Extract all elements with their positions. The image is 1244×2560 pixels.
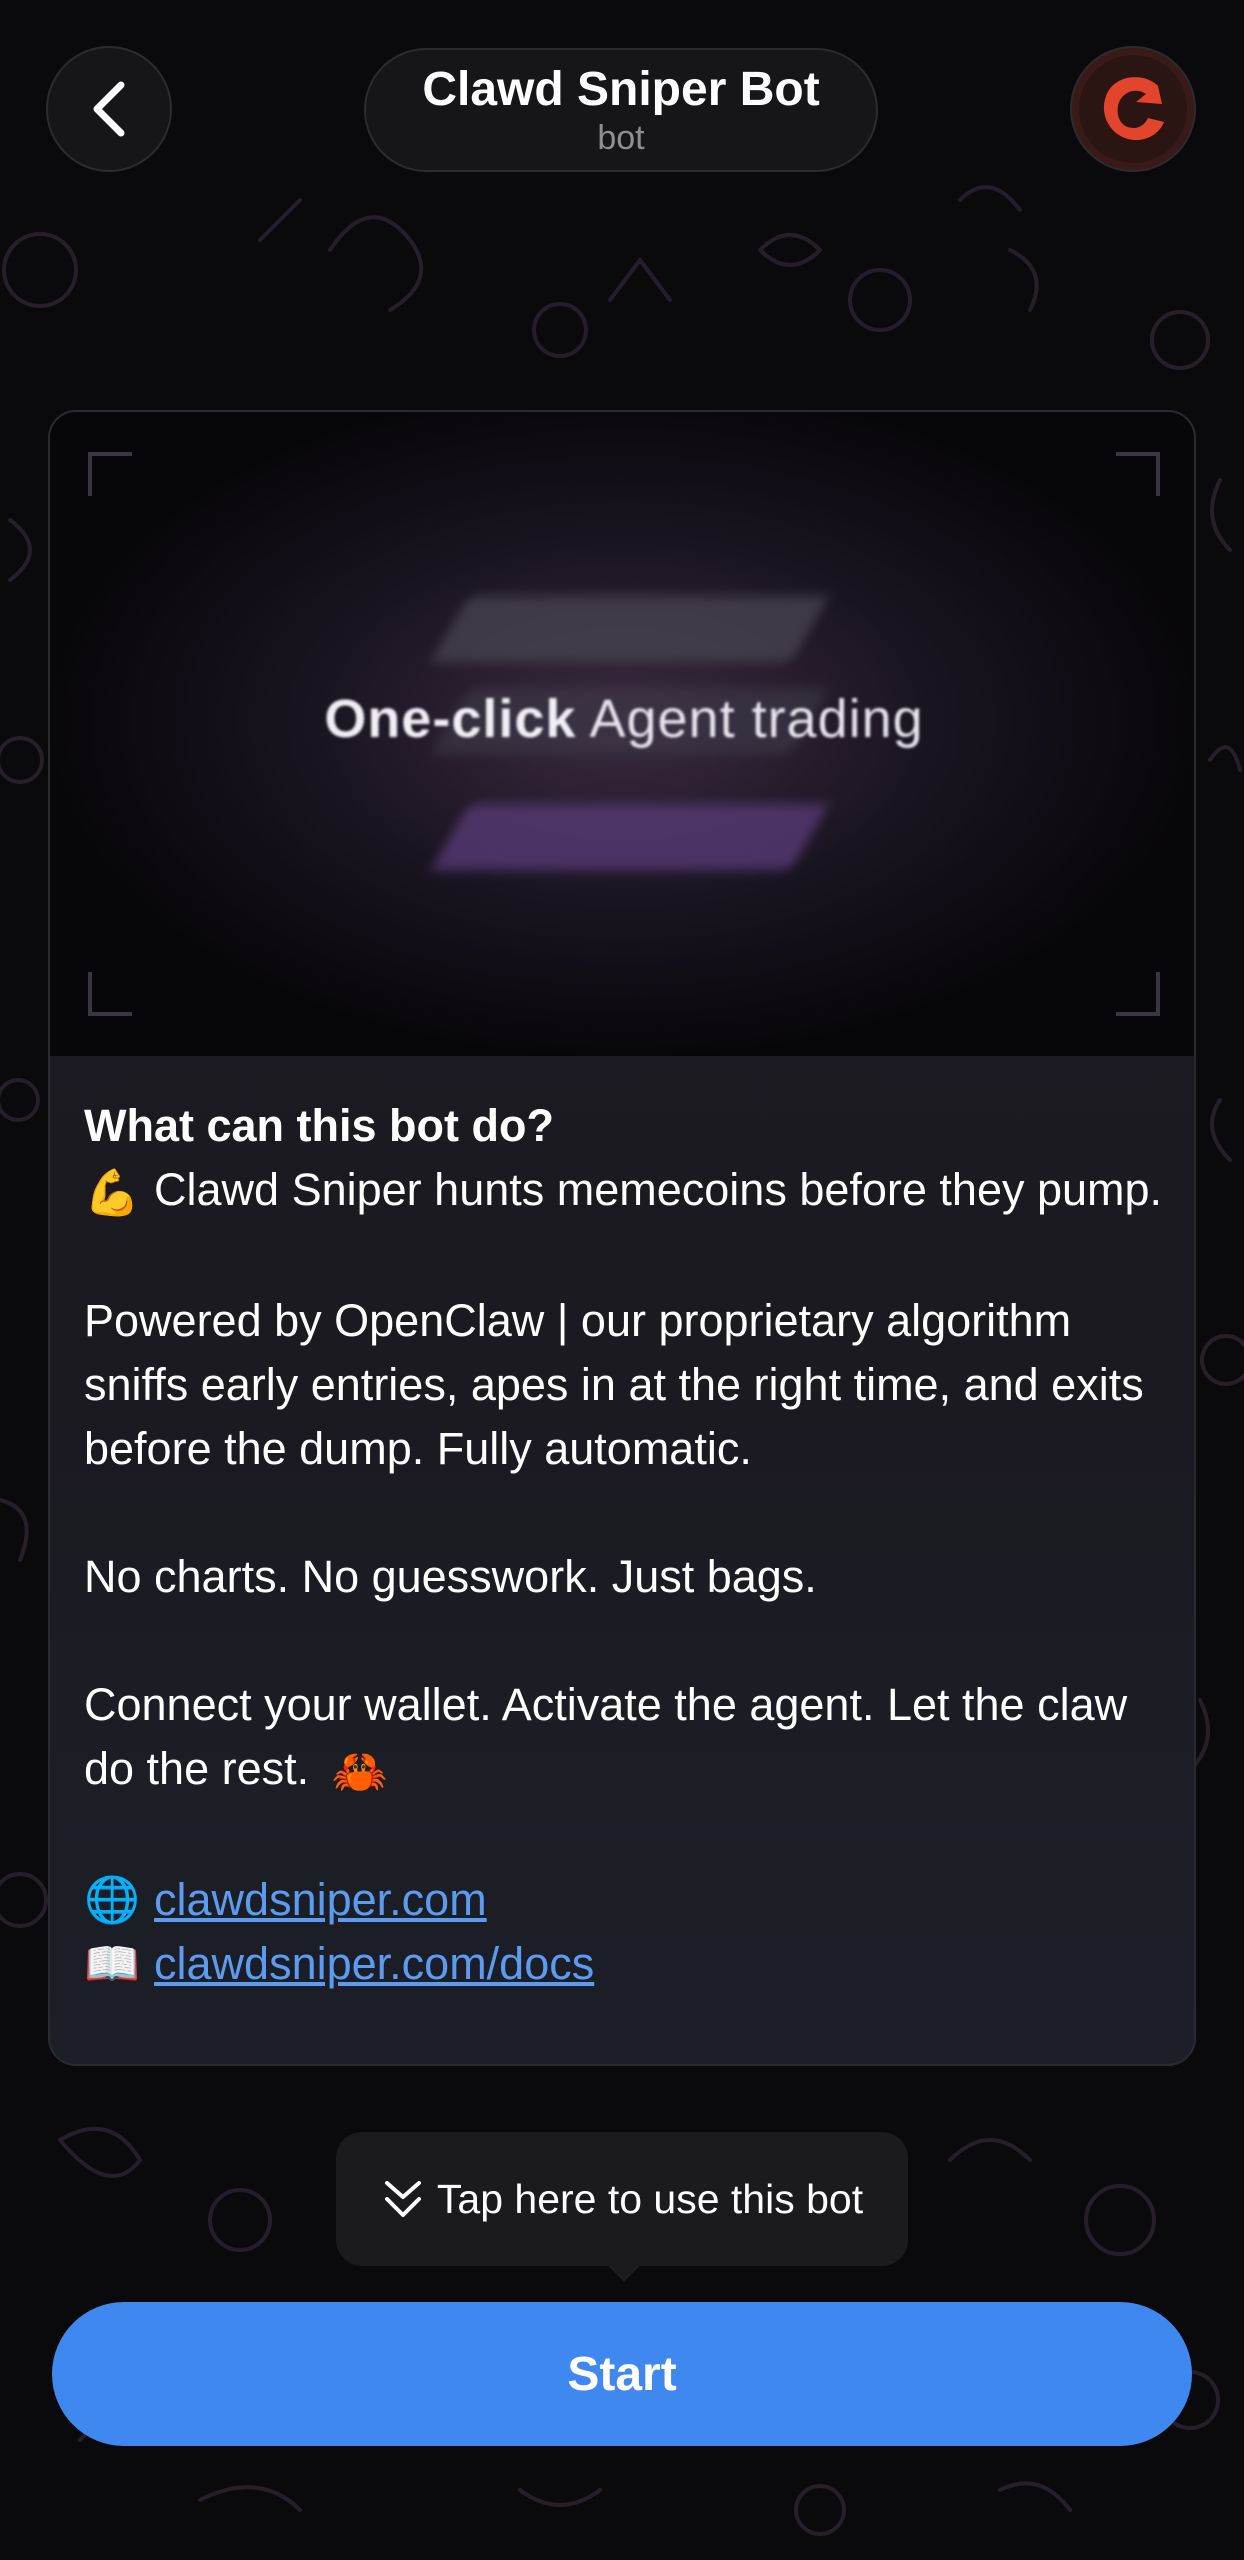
flexed-biceps-emoji: 💪 [84, 1167, 141, 1219]
description-para2: Powered by OpenClaw | our proprietary al… [84, 1295, 1144, 1475]
description-para4: Connect your wallet. Activate the agent.… [84, 1673, 1174, 1804]
bot-name: Clawd Sniper Bot [422, 63, 820, 116]
description-heading: What can this bot do? [84, 1100, 554, 1151]
solana-logo-bar-top [430, 596, 830, 662]
website-link[interactable]: clawdsniper.com [154, 1868, 487, 1932]
bot-description: What can this bot do? 💪 Clawd Sniper hunt… [84, 1094, 1174, 1996]
docs-link-row: 📖 clawdsniper.com/docs [84, 1932, 1174, 1996]
crab-emoji: 🦀 [331, 1746, 388, 1798]
description-para3: No charts. No guesswork. Just bags. [84, 1551, 817, 1603]
docs-link[interactable]: clawdsniper.com/docs [154, 1932, 594, 1996]
clawd-logo-icon [1079, 55, 1187, 163]
solana-logo-bar-bottom [430, 804, 830, 870]
media-caption: One-click Agent trading [50, 688, 1194, 750]
tooltip-text: Tap here to use this bot [436, 2175, 864, 2222]
website-link-row: 🌐 clawdsniper.com [84, 1868, 1174, 1932]
bot-subtitle: bot [597, 119, 645, 157]
bot-info-card: One-click Agent trading What can this bo… [48, 410, 1196, 2066]
use-bot-tooltip[interactable]: Tap here to use this bot [336, 2132, 908, 2282]
media-caption-bold: One-click [324, 689, 577, 749]
media-caption-regular: Agent trading [589, 689, 924, 749]
globe-emoji: 🌐 [84, 1874, 141, 1926]
chevron-left-icon [93, 81, 125, 137]
bot-intro-video[interactable]: One-click Agent trading [50, 412, 1194, 1056]
description-line1: 💪 Clawd Sniper hunts memecoins before the… [84, 1158, 1174, 1225]
open-book-emoji: 📖 [84, 1938, 141, 1990]
bot-avatar[interactable] [1070, 46, 1196, 172]
chat-title-header[interactable]: Clawd Sniper Bot bot [364, 48, 878, 172]
double-chevron-down-icon [384, 2181, 421, 2217]
back-button[interactable] [46, 46, 172, 172]
start-button[interactable]: Start [52, 2302, 1192, 2446]
